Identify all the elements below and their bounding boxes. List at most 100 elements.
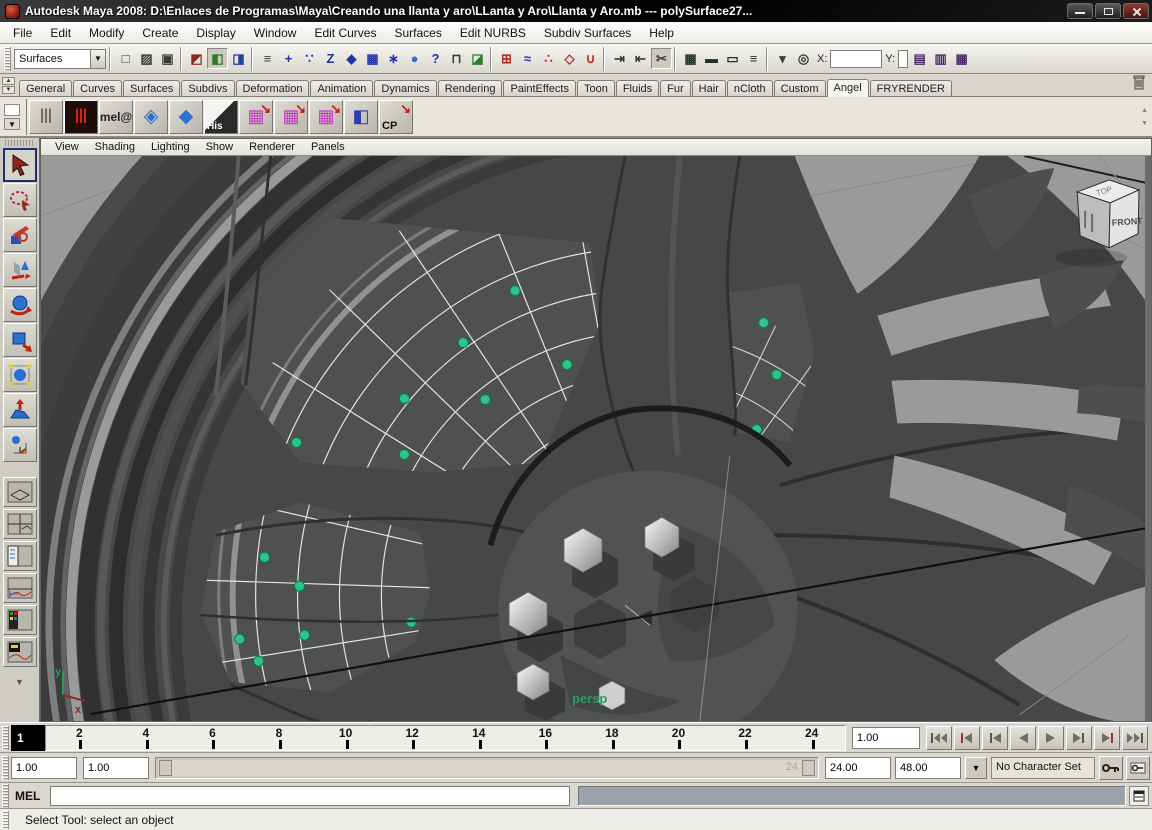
menu-set-selector[interactable]: Surfaces ▼: [14, 48, 106, 69]
shelf-tab[interactable]: Curves: [73, 80, 122, 96]
shelf-tab[interactable]: Surfaces: [122, 80, 181, 96]
select-rendering-icon[interactable]: ●: [404, 48, 425, 69]
cp-shelf-icon[interactable]: ↘ CP: [379, 99, 413, 134]
move-tool-button[interactable]: [2, 253, 37, 287]
universal-manipulator-tool-button[interactable]: [2, 358, 37, 392]
shelf-tab[interactable]: Custom: [773, 80, 826, 96]
y-coordinate-input[interactable]: [898, 49, 909, 68]
new-scene-icon[interactable]: □: [115, 48, 136, 69]
separator[interactable]: [601, 46, 609, 71]
separator[interactable]: [249, 46, 257, 71]
shelf-scroll-arrows[interactable]: ▲ ▼: [1141, 107, 1148, 127]
frame-tick[interactable]: 12: [379, 726, 446, 750]
menubar-item[interactable]: Edit: [41, 23, 80, 43]
frame-tick[interactable]: 18: [579, 726, 646, 750]
viewport-3d[interactable]: TOP FRONT persp y x: [41, 156, 1151, 721]
select-deformations-icon[interactable]: ▦: [362, 48, 383, 69]
select-dynamics-icon[interactable]: ∗: [383, 48, 404, 69]
open-scene-icon[interactable]: ▨: [136, 48, 157, 69]
current-time-input[interactable]: [852, 726, 920, 749]
shelf-tab[interactable]: General: [19, 80, 73, 96]
toolbar-grip[interactable]: [2, 725, 9, 750]
toolbox-grip[interactable]: [4, 140, 35, 146]
playback-end-input[interactable]: [825, 756, 891, 779]
poly-tool-shelf-icon[interactable]: ◆: [169, 99, 203, 134]
frame-tick[interactable]: 22: [712, 726, 779, 750]
menubar-item[interactable]: Create: [133, 23, 187, 43]
toolbar-grip[interactable]: [2, 783, 9, 808]
toolbar-grip[interactable]: [2, 810, 9, 829]
channel-box-toggle-icon[interactable]: ▦: [951, 48, 972, 69]
quick-select-icon[interactable]: ◎: [793, 48, 814, 69]
shelf-tab-scroll[interactable]: ▲ ▼: [2, 77, 15, 94]
shelf-tab[interactable]: Fluids: [615, 80, 660, 96]
set-key-button[interactable]: [1099, 755, 1123, 780]
shelf-tab[interactable]: nCloth: [726, 80, 773, 96]
menubar-item[interactable]: Edit Curves: [305, 23, 385, 43]
render-settings-icon[interactable]: ≡: [743, 48, 764, 69]
restore-button[interactable]: [1095, 3, 1121, 19]
playback-range-bar[interactable]: 24: [155, 756, 819, 779]
shelf-tab[interactable]: Subdivs: [181, 80, 235, 96]
playback-start-input[interactable]: [83, 756, 149, 779]
attribute-editor-toggle-icon[interactable]: ▤: [909, 48, 930, 69]
output-connections-icon[interactable]: ⇤: [630, 48, 651, 69]
highlight-selection-icon[interactable]: ◪: [467, 48, 488, 69]
separator[interactable]: [488, 46, 496, 71]
x-coordinate-input[interactable]: [830, 49, 883, 68]
field-mode-arrow-icon[interactable]: ▾: [772, 48, 793, 69]
soft-modification-tool-button[interactable]: [2, 393, 37, 427]
cube-component-shelf-icon-3[interactable]: ▦ ↘: [309, 99, 343, 134]
layout-persp-hypergraph-button[interactable]: [2, 637, 37, 667]
frame-tick[interactable]: 14: [445, 726, 512, 750]
lock-selection-icon[interactable]: ⊓: [446, 48, 467, 69]
mask-collapse-icon[interactable]: ≡: [257, 48, 278, 69]
select-surfaces-icon[interactable]: ◆: [341, 48, 362, 69]
shelf-tab[interactable]: Animation: [310, 80, 374, 96]
auto-keyframe-toggle[interactable]: [1126, 755, 1150, 780]
make-live-icon[interactable]: ∪: [580, 48, 601, 69]
select-misc-icon[interactable]: ?: [425, 48, 446, 69]
shelf-tab[interactable]: FRYRENDER: [869, 80, 952, 96]
snap-grid-icon[interactable]: ⊞: [496, 48, 517, 69]
panel-menu-item[interactable]: Show: [198, 140, 242, 154]
maya-red-shelf-icon[interactable]: Ⅲ: [64, 99, 98, 134]
panel-menu-item[interactable]: Panels: [303, 140, 353, 154]
snap-point-icon[interactable]: ∴: [538, 48, 559, 69]
rotate-tool-button[interactable]: [2, 288, 37, 322]
mel-script-shelf-icon[interactable]: mel@: [99, 99, 133, 134]
separator[interactable]: [672, 46, 680, 71]
layout-hypershade-persp-button[interactable]: [2, 605, 37, 635]
select-object-icon[interactable]: ◧: [207, 48, 228, 69]
shelf-menu-control[interactable]: ▼: [2, 103, 22, 130]
frame-tick[interactable]: 16: [512, 726, 579, 750]
close-button[interactable]: [1123, 3, 1149, 19]
select-parm-points-icon[interactable]: ∵: [299, 48, 320, 69]
layout-persp-graph-button[interactable]: [2, 573, 37, 603]
menubar-item[interactable]: File: [4, 23, 41, 43]
mel-command-input[interactable]: [50, 785, 571, 806]
shelf-tab[interactable]: Dynamics: [374, 80, 437, 96]
select-tool-button[interactable]: [2, 148, 37, 182]
select-points-icon[interactable]: +: [278, 48, 299, 69]
frame-tick[interactable]: 8: [246, 726, 313, 750]
ipr-render-icon[interactable]: ▭: [722, 48, 743, 69]
menubar-item[interactable]: Window: [245, 23, 306, 43]
animation-start-input[interactable]: [11, 756, 77, 779]
shelf-tab[interactable]: Fur: [660, 80, 691, 96]
current-frame-marker[interactable]: 1: [11, 724, 45, 751]
maya-classic-shelf-icon[interactable]: Ⅲ: [29, 99, 63, 134]
panel-menu-item[interactable]: Shading: [87, 140, 143, 154]
step-forward-key-button[interactable]: [1094, 725, 1120, 750]
shelf-tab[interactable]: Hair: [691, 80, 726, 96]
select-component-icon[interactable]: ◨: [228, 48, 249, 69]
trash-icon[interactable]: [1132, 74, 1146, 93]
panel-menu-item[interactable]: Lighting: [143, 140, 198, 154]
range-end-handle[interactable]: [802, 759, 815, 776]
chevron-down-icon[interactable]: ▼: [90, 49, 105, 68]
menubar-item[interactable]: Modify: [80, 23, 133, 43]
snap-curve-icon[interactable]: ≈: [517, 48, 538, 69]
separator[interactable]: [764, 46, 772, 71]
input-connections-icon[interactable]: ⇥: [609, 48, 630, 69]
frame-tick[interactable]: 6: [179, 726, 246, 750]
